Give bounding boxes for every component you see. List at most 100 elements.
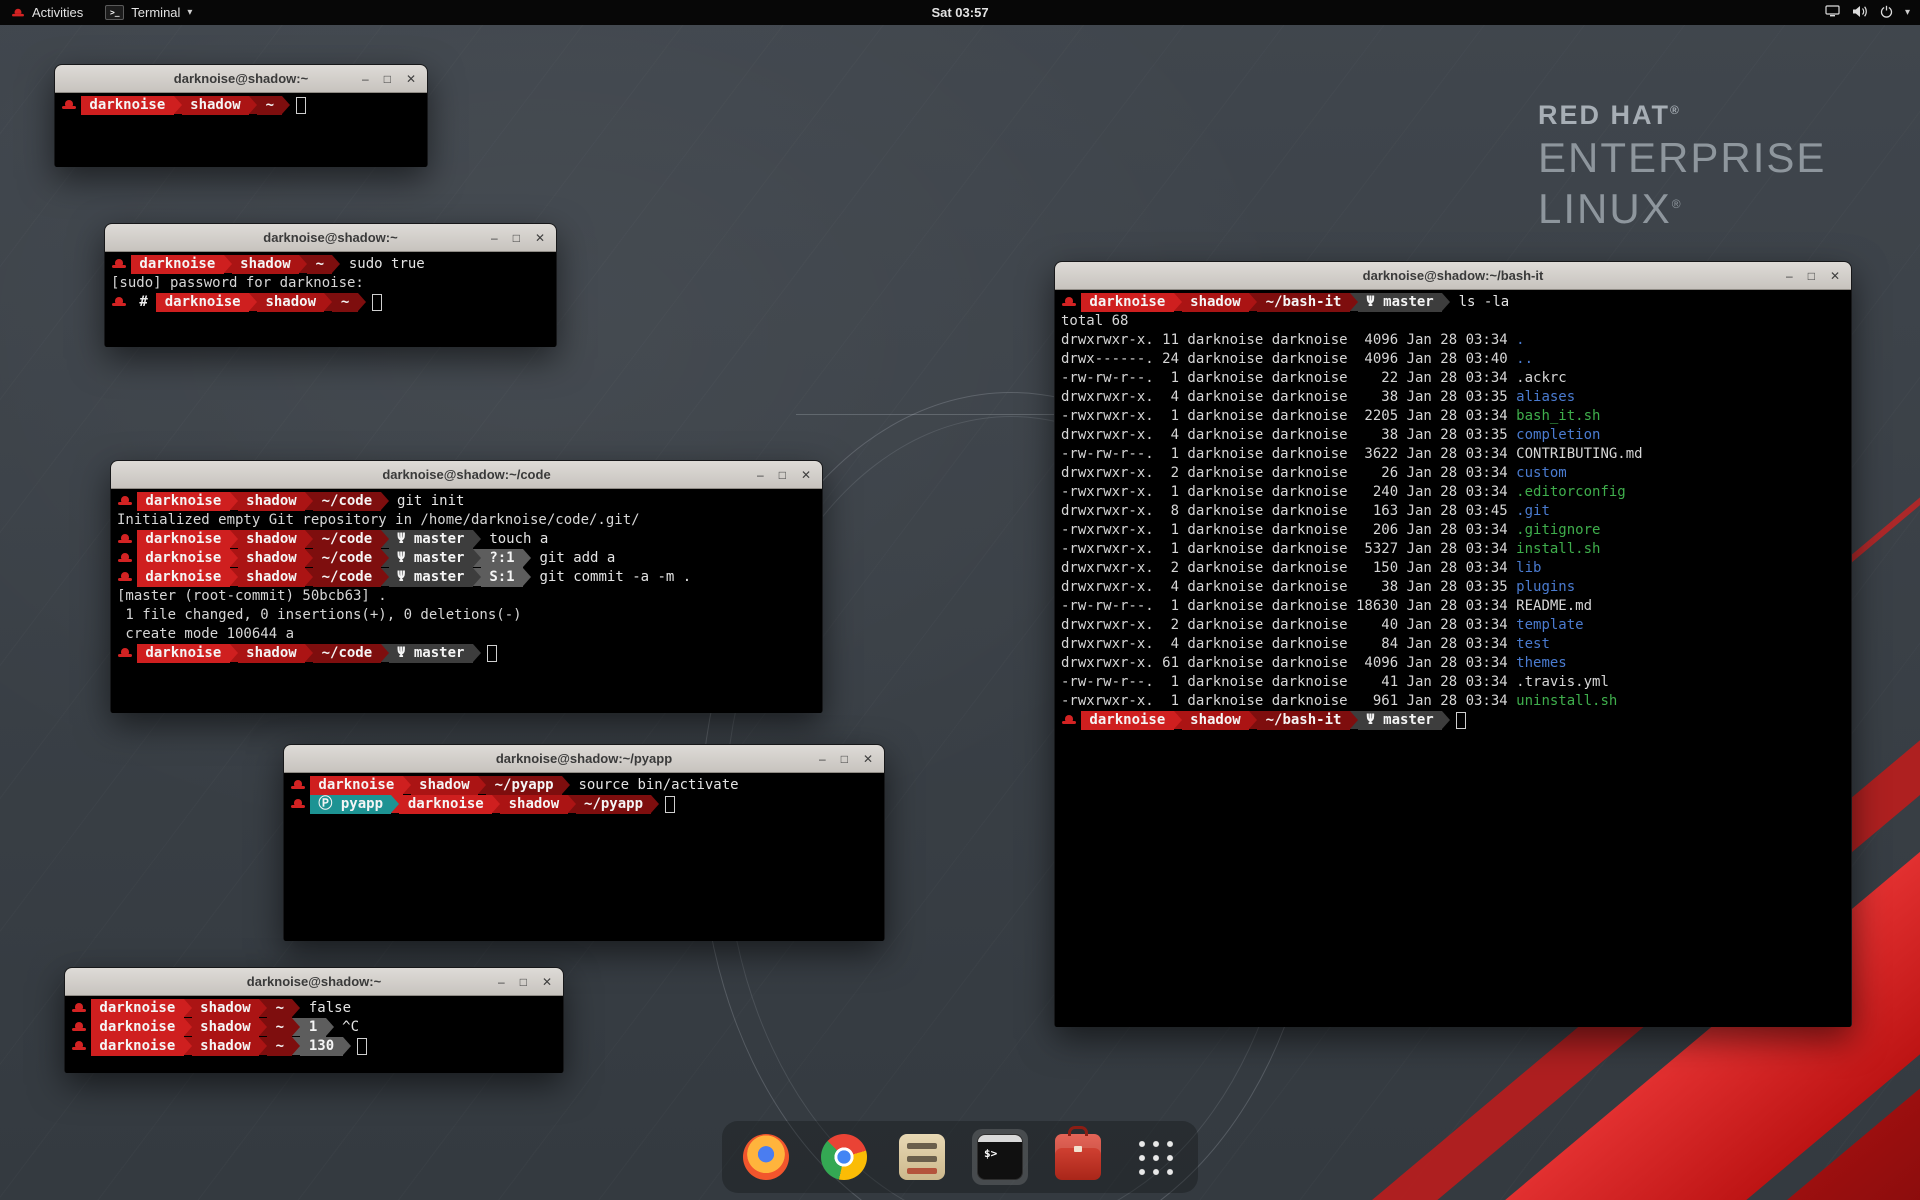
terminal-line: [master (root-commit) 50bcb63] . — [117, 587, 816, 606]
minimize-button[interactable]: – — [819, 753, 826, 765]
ls-filename: bash_it.sh — [1516, 407, 1600, 426]
terminal-cursor — [296, 97, 306, 114]
terminal-content[interactable]: darknoise shadow ~ sudo true[sudo] passw… — [105, 252, 556, 347]
ls-filename: .gitignore — [1516, 521, 1600, 540]
terminal-line: drwxrwxr-x. 4 darknoise darknoise 38 Jan… — [1061, 578, 1845, 597]
powerline-separator-icon — [292, 999, 300, 1017]
prompt-venv-segment: Ⓟ pyapp — [310, 795, 391, 814]
activities-button[interactable]: Activities — [0, 0, 94, 25]
ls-filename: lib — [1516, 559, 1541, 578]
clock[interactable]: Sat 03:57 — [931, 5, 988, 20]
minimize-button[interactable]: – — [1786, 270, 1793, 282]
powerline-separator-icon — [259, 999, 267, 1017]
terminal-line: Ⓟ pyapp darknoise shadow ~/pyapp — [290, 795, 878, 814]
command-text: git add a — [531, 549, 615, 568]
activities-label: Activities — [32, 5, 83, 20]
terminal-content[interactable]: darknoise shadow ~ — [55, 93, 427, 167]
dock-app-grid[interactable] — [1128, 1130, 1182, 1184]
prompt-git-segment: Ψ master — [389, 568, 473, 587]
prompt-host-segment: shadow — [1182, 711, 1249, 730]
terminal-line: -rwxrwxr-x. 1 darknoise darknoise 961 Ja… — [1061, 692, 1845, 711]
prompt-host-segment: shadow — [182, 96, 249, 115]
minimize-button[interactable]: – — [491, 232, 498, 244]
ls-row-meta: drwxrwxr-x. 61 darknoise darknoise 4096 … — [1061, 654, 1516, 673]
powerline-separator-icon — [292, 1037, 300, 1055]
prompt-host-segment: shadow — [238, 530, 305, 549]
system-menu[interactable]: ▾ — [1815, 0, 1920, 25]
dock-toolbox[interactable] — [1050, 1129, 1106, 1185]
powerline-separator-icon — [305, 492, 313, 510]
close-button[interactable]: ✕ — [535, 232, 545, 244]
close-button[interactable]: ✕ — [1830, 270, 1840, 282]
command-text: touch a — [481, 530, 548, 549]
redhat-prompt-icon — [72, 1002, 86, 1014]
dock-firefox[interactable] — [738, 1129, 794, 1185]
terminal-line: -rw-rw-r--. 1 darknoise darknoise 41 Jan… — [1061, 673, 1845, 692]
powerline-separator-icon — [282, 96, 290, 114]
close-button[interactable]: ✕ — [406, 73, 416, 85]
terminal-line: darknoise shadow ~/code Ψ master S:1 git… — [117, 568, 816, 587]
app-menu-terminal[interactable]: >_ Terminal ▾ — [94, 0, 203, 25]
ls-row-meta: -rwxrwxr-x. 1 darknoise darknoise 240 Ja… — [1061, 483, 1516, 502]
maximize-button[interactable]: □ — [841, 753, 848, 765]
root-hash: # — [131, 293, 156, 312]
terminal-content[interactable]: darknoise shadow ~/bash-it Ψ master ls -… — [1055, 290, 1851, 1027]
powerline-separator-icon — [1350, 293, 1358, 311]
window-titlebar[interactable]: darknoise@shadow:~–□✕ — [55, 65, 427, 93]
minimize-button[interactable]: – — [757, 469, 764, 481]
close-button[interactable]: ✕ — [542, 976, 552, 988]
terminal-cursor — [357, 1038, 367, 1055]
terminal-content[interactable]: darknoise shadow ~/code git initInitiali… — [111, 489, 822, 713]
ls-filename: .. — [1516, 350, 1533, 369]
powerline-separator-icon — [381, 549, 389, 567]
terminal-line: drwxrwxr-x. 2 darknoise darknoise 26 Jan… — [1061, 464, 1845, 483]
window-titlebar[interactable]: darknoise@shadow:~/bash-it–□✕ — [1055, 262, 1851, 290]
redhat-prompt-icon — [291, 779, 305, 791]
redhat-prompt-icon — [118, 495, 132, 507]
prompt-path-segment: ~/bash-it — [1257, 711, 1350, 730]
powerline-separator-icon — [473, 568, 481, 586]
close-button[interactable]: ✕ — [801, 469, 811, 481]
terminal-cursor — [1456, 712, 1466, 729]
terminal-line: drwxrwxr-x. 4 darknoise darknoise 38 Jan… — [1061, 388, 1845, 407]
terminal-window-sudo: darknoise@shadow:~ – □ ✕ darknoise shadow ~… — [104, 223, 557, 347]
maximize-button[interactable]: □ — [779, 469, 786, 481]
window-buttons: – □ ✕ — [498, 968, 552, 995]
minimize-button[interactable]: – — [498, 976, 505, 988]
maximize-button[interactable]: □ — [384, 73, 391, 85]
maximize-button[interactable]: □ — [520, 976, 527, 988]
window-title: darknoise@shadow:~ — [263, 230, 397, 245]
ls-row-meta: drwxrwxr-x. 8 darknoise darknoise 163 Ja… — [1061, 502, 1516, 521]
redhat-prompt-icon — [62, 99, 76, 111]
close-button[interactable]: ✕ — [863, 753, 873, 765]
redhat-prompt-icon — [118, 571, 132, 583]
redhat-prompt-icon — [118, 533, 132, 545]
prompt-host-segment: shadow — [238, 568, 305, 587]
prompt-user-segment: darknoise — [1081, 711, 1174, 730]
maximize-button[interactable]: □ — [1808, 270, 1815, 282]
maximize-button[interactable]: □ — [513, 232, 520, 244]
terminal-line: drwxrwxr-x. 8 darknoise darknoise 163 Ja… — [1061, 502, 1845, 521]
window-titlebar[interactable]: darknoise@shadow:~ – □ ✕ — [105, 224, 556, 252]
window-titlebar[interactable]: darknoise@shadow:~–□✕ — [65, 968, 563, 996]
prompt-user-segment: darknoise — [137, 530, 230, 549]
minimize-button[interactable]: – — [362, 73, 369, 85]
window-titlebar[interactable]: darknoise@shadow:~/pyapp–□✕ — [284, 745, 884, 773]
dock-chrome[interactable] — [816, 1129, 872, 1185]
powerline-separator-icon — [478, 776, 486, 794]
prompt-host-segment: shadow — [238, 492, 305, 511]
dock-files[interactable] — [894, 1129, 950, 1185]
prompt-host-segment: shadow — [192, 999, 259, 1018]
ls-row-meta: -rwxrwxr-x. 1 darknoise darknoise 2205 J… — [1061, 407, 1516, 426]
powerline-separator-icon — [224, 255, 232, 273]
terminal-cursor — [487, 645, 497, 662]
terminal-content[interactable]: darknoise shadow ~ false darknoise shado… — [65, 996, 563, 1073]
terminal-content[interactable]: darknoise shadow ~/pyapp source bin/acti… — [284, 773, 884, 941]
window-titlebar[interactable]: darknoise@shadow:~/code–□✕ — [111, 461, 822, 489]
ls-row-meta: drwxrwxr-x. 4 darknoise darknoise 84 Jan… — [1061, 635, 1516, 654]
redhat-prompt-icon — [112, 296, 126, 308]
prompt-user-segment: darknoise — [91, 1018, 184, 1037]
terminal-line: drwx------. 24 darknoise darknoise 4096 … — [1061, 350, 1845, 369]
redhat-prompt-icon — [118, 647, 132, 659]
dock-terminal[interactable]: $> — [972, 1129, 1028, 1185]
